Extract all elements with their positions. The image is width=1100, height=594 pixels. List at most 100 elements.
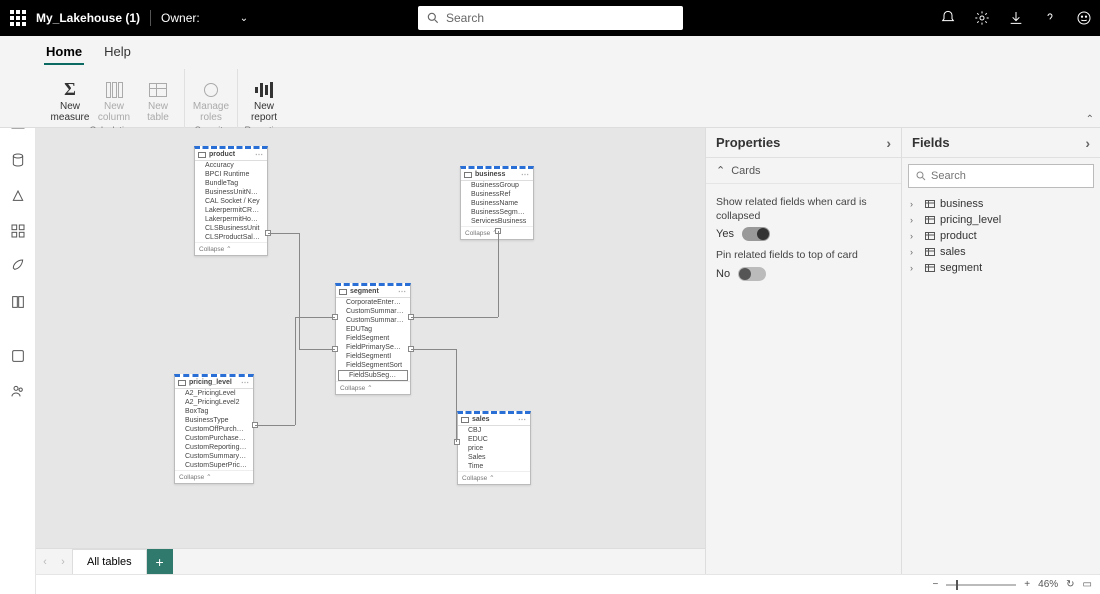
settings-icon[interactable] — [974, 10, 990, 26]
table-field[interactable]: CustomSummarySegment — [336, 316, 410, 325]
table-field[interactable]: LakerpermitHomel — [195, 215, 267, 224]
fields-item[interactable]: ›product — [902, 228, 1100, 244]
more-icon[interactable]: ⋯ — [241, 378, 250, 387]
add-tab-button[interactable]: + — [147, 549, 173, 575]
table-field[interactable]: FieldSegmentSort — [336, 361, 410, 370]
cards-section-header[interactable]: ⌃ Cards — [706, 158, 901, 184]
global-search[interactable]: Search — [418, 6, 683, 30]
collapse-ribbon[interactable]: ⌃ — [1086, 114, 1094, 125]
table-field[interactable]: A2_PricingLevel — [175, 389, 253, 398]
deploy-icon[interactable] — [9, 258, 27, 276]
collapse-link[interactable]: Collapse ⌃ — [195, 242, 267, 255]
table-field[interactable]: FieldSegment — [336, 334, 410, 343]
table-icon — [178, 380, 186, 386]
group-calculations: Σ New measure New column New table Calcu… — [44, 69, 185, 135]
pin-related-toggle[interactable] — [738, 267, 766, 281]
table-field[interactable]: BoxTag — [175, 407, 253, 416]
table-field[interactable]: LakerpermitCRMSold — [195, 206, 267, 215]
table-field[interactable]: EDUC — [458, 435, 530, 444]
new-measure-button[interactable]: Σ New measure — [48, 69, 92, 123]
table-field[interactable]: CLSProductSalesaddedDevices — [195, 233, 267, 242]
collapse-link[interactable]: Collapse ⌃ — [175, 470, 253, 483]
new-table-button[interactable]: New table — [136, 69, 180, 123]
table-field[interactable]: BusinessRef — [461, 190, 533, 199]
table-card-pricing-level[interactable]: pricing_level⋯ A2_PricingLevelA2_Pricing… — [174, 374, 254, 484]
my-workspace-icon[interactable] — [9, 382, 27, 400]
owner-dropdown[interactable]: ⌄ — [240, 13, 248, 24]
notifications-icon[interactable] — [940, 10, 956, 26]
table-field[interactable]: BundleTag — [195, 179, 267, 188]
search-icon — [426, 11, 440, 25]
table-field[interactable]: BusinessUnitName — [195, 188, 267, 197]
collapse-link[interactable]: Collapse ⌃ — [336, 381, 410, 394]
more-icon[interactable]: ⋯ — [521, 170, 530, 179]
table-field[interactable]: CustomSummarySector — [336, 307, 410, 316]
collapse-link[interactable]: Collapse ⌃ — [458, 471, 530, 484]
reset-zoom-icon[interactable]: ↻ — [1066, 579, 1074, 590]
table-field[interactable]: EDUTag — [336, 325, 410, 334]
table-field[interactable]: CustomOffPurchaseType — [175, 425, 253, 434]
table-field[interactable]: FieldSegmentI — [336, 352, 410, 361]
table-field[interactable]: Sales — [458, 453, 530, 462]
app-launcher-icon[interactable] — [8, 8, 28, 28]
table-field[interactable]: ServicesBusiness — [461, 217, 533, 226]
apps-icon[interactable] — [9, 222, 27, 240]
table-field[interactable]: BusinessGroup — [461, 181, 533, 190]
table-field[interactable]: CBJ — [458, 426, 530, 435]
table-field[interactable]: A2_PricingLevel2 — [175, 398, 253, 407]
tab-prev[interactable]: ‹ — [36, 556, 54, 568]
table-field[interactable]: CLSBusinessUnit — [195, 224, 267, 233]
tab-help[interactable]: Help — [102, 40, 133, 65]
collapse-fields[interactable]: › — [1085, 135, 1090, 151]
more-icon[interactable]: ⋯ — [398, 287, 407, 296]
fields-search[interactable] — [908, 164, 1094, 188]
fields-item[interactable]: ›pricing_level — [902, 212, 1100, 228]
tab-next[interactable]: › — [54, 556, 72, 568]
table-field[interactable]: price — [458, 444, 530, 453]
table-field[interactable]: BPCI Runtime — [195, 170, 267, 179]
table-field[interactable]: CustomReportingSummaryPurch — [175, 443, 253, 452]
table-field[interactable]: CAL Socket / Key — [195, 197, 267, 206]
table-card-product[interactable]: product⋯ AccuracyBPCI RuntimeBundleTagBu… — [194, 146, 268, 256]
table-card-segment[interactable]: segment⋯ CorporateEnterpriseTagCustomSum… — [335, 283, 411, 395]
canvas-tab-all-tables[interactable]: All tables — [72, 549, 147, 575]
data-hub-icon[interactable] — [9, 151, 27, 169]
feedback-icon[interactable] — [1076, 10, 1092, 26]
table-field[interactable]: CorporateEnterpriseTag — [336, 298, 410, 307]
table-field[interactable]: Time — [458, 462, 530, 471]
tab-home[interactable]: Home — [44, 40, 84, 65]
download-icon[interactable] — [1008, 10, 1024, 26]
table-field[interactable]: Accuracy — [195, 161, 267, 170]
table-field[interactable]: CustomSuperPricingLevel — [175, 461, 253, 470]
rel-endpoint[interactable] — [454, 439, 460, 445]
fields-item[interactable]: ›sales — [902, 244, 1100, 260]
table-field[interactable]: CustomSummaryPurchaseType — [175, 452, 253, 461]
show-related-toggle[interactable] — [742, 227, 770, 241]
fields-item[interactable]: ›segment — [902, 260, 1100, 276]
fields-title: Fields — [912, 135, 950, 150]
fields-search-input[interactable] — [931, 170, 1087, 182]
new-column-button[interactable]: New column — [92, 69, 136, 123]
workspaces-icon[interactable] — [9, 347, 27, 365]
table-field[interactable]: BusinessSegmentName — [461, 208, 533, 217]
table-field[interactable]: CustomPurchaseType — [175, 434, 253, 443]
learn-icon[interactable] — [9, 293, 27, 311]
model-canvas[interactable]: product⋯ AccuracyBPCI RuntimeBundleTagBu… — [36, 128, 706, 574]
metrics-icon[interactable] — [9, 186, 27, 204]
table-field[interactable]: FieldPrimarySegment — [336, 343, 410, 352]
new-report-button[interactable]: New report — [242, 69, 286, 123]
fields-item[interactable]: ›business — [902, 196, 1100, 212]
zoom-in[interactable]: + — [1024, 579, 1030, 590]
fit-to-screen-icon[interactable]: ▭ — [1083, 579, 1092, 590]
table-field[interactable]: FieldSubSegment — [338, 370, 408, 381]
help-icon[interactable] — [1042, 10, 1058, 26]
more-icon[interactable]: ⋯ — [518, 415, 527, 424]
table-field[interactable]: BusinessName — [461, 199, 533, 208]
table-card-sales[interactable]: sales⋯ CBJEDUCpriceSalesTime Collapse ⌃ — [457, 411, 531, 485]
manage-roles-button[interactable]: Manage roles — [189, 69, 233, 123]
more-icon[interactable]: ⋯ — [255, 150, 264, 159]
zoom-out[interactable]: − — [932, 579, 938, 590]
table-field[interactable]: BusinessType — [175, 416, 253, 425]
zoom-slider[interactable] — [946, 584, 1016, 586]
collapse-properties[interactable]: › — [886, 135, 891, 151]
